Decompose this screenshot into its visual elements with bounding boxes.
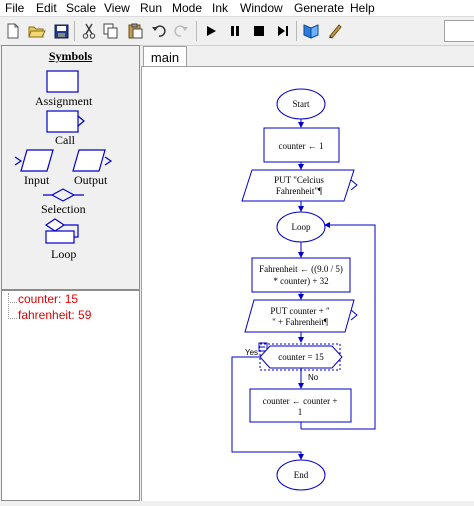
flowchart-svg: Start counter ← 1 PUT "Celcius Fahrenhei… <box>231 88 376 491</box>
flowchart-canvas: Start counter ← 1 PUT "Celcius Fahrenhei… <box>141 66 474 501</box>
output-values-line2: " + Fahrenheit¶ <box>272 317 328 327</box>
ink-pen-icon[interactable] <box>324 20 346 42</box>
output-header-arrow-icon <box>350 179 358 191</box>
menu-file[interactable]: File <box>5 1 24 15</box>
end-label: End <box>294 470 309 480</box>
selection-symbol-icon[interactable] <box>42 188 86 202</box>
tree-branch <box>8 302 17 319</box>
menu-edit[interactable]: Edit <box>36 1 57 15</box>
menu-ink[interactable]: Ink <box>212 1 228 15</box>
undo-icon[interactable] <box>148 20 170 42</box>
variable-fahrenheit[interactable]: fahrenheit: 59 <box>18 308 91 322</box>
open-folder-icon[interactable] <box>26 20 48 42</box>
decision-no-label: No <box>308 373 319 382</box>
output-values-line1: PUT counter + " <box>270 306 330 316</box>
menu-help[interactable]: Help <box>350 1 375 15</box>
output-label: Output <box>74 173 108 187</box>
assignment-fahrenheit-line1: Fahrenheit ← ((9.0 / 5) <box>259 264 343 274</box>
symbols-panel: Symbols Assignment Call Input Output Sel… <box>1 45 140 290</box>
loop-symbol-icon[interactable] <box>42 218 82 246</box>
cut-icon[interactable] <box>78 20 100 42</box>
input-symbol-icon[interactable] <box>14 149 56 173</box>
variable-counter[interactable]: counter: 15 <box>18 292 78 306</box>
symbols-title: Symbols <box>48 49 93 63</box>
menu-view[interactable]: View <box>104 1 130 15</box>
toolbar <box>0 17 474 46</box>
copy-icon[interactable] <box>100 20 122 42</box>
toolbar-dropdown[interactable] <box>444 20 474 42</box>
pause-icon[interactable] <box>224 20 246 42</box>
menu-bar: File Edit Scale View Run Mode Ink Window… <box>0 0 474 17</box>
toolbar-separator <box>296 21 297 41</box>
assignment-counter-init-label: counter ← 1 <box>279 141 324 151</box>
input-label: Input <box>24 173 50 187</box>
output-symbol-icon[interactable] <box>72 149 114 173</box>
redo-icon[interactable] <box>170 20 192 42</box>
step-icon[interactable] <box>272 20 294 42</box>
variables-panel: counter: 15 fahrenheit: 59 <box>1 290 140 501</box>
call-symbol-icon[interactable] <box>46 110 90 134</box>
output-values-arrow-icon <box>350 309 358 321</box>
paste-icon[interactable] <box>124 20 146 42</box>
menu-mode[interactable]: Mode <box>172 1 202 15</box>
loop-label: Loop <box>51 247 77 261</box>
menu-scale[interactable]: Scale <box>66 1 96 15</box>
tab-main[interactable]: main <box>143 46 187 67</box>
assignment-symbol-icon[interactable] <box>46 70 80 94</box>
menu-window[interactable]: Window <box>240 1 283 15</box>
play-icon[interactable] <box>200 20 222 42</box>
output-values[interactable] <box>244 299 355 333</box>
menu-generate[interactable]: Generate <box>294 1 344 15</box>
tutorial-icon[interactable] <box>300 20 322 42</box>
assignment-increment-line2: 1 <box>298 407 303 417</box>
menu-run[interactable]: Run <box>140 1 162 15</box>
assignment-increment-line1: counter ← counter + <box>263 396 338 406</box>
output-header-line2: Fahrenheit"¶ <box>276 186 322 196</box>
stop-icon[interactable] <box>248 20 270 42</box>
save-icon[interactable] <box>50 20 72 42</box>
new-file-icon[interactable] <box>2 20 24 42</box>
decision-label: counter = 15 <box>278 352 324 362</box>
toolbar-separator <box>196 21 197 41</box>
loop-label: Loop <box>292 222 311 232</box>
toolbar-separator <box>74 21 75 41</box>
start-label: Start <box>293 99 310 109</box>
call-label: Call <box>55 133 75 147</box>
assignment-label: Assignment <box>35 94 93 108</box>
selection-label: Selection <box>41 202 86 216</box>
output-header-line1: PUT "Celcius <box>274 175 324 185</box>
assignment-fahrenheit-line2: * counter) + 32 <box>273 276 328 286</box>
decision-yes-label: Yes <box>245 348 258 357</box>
